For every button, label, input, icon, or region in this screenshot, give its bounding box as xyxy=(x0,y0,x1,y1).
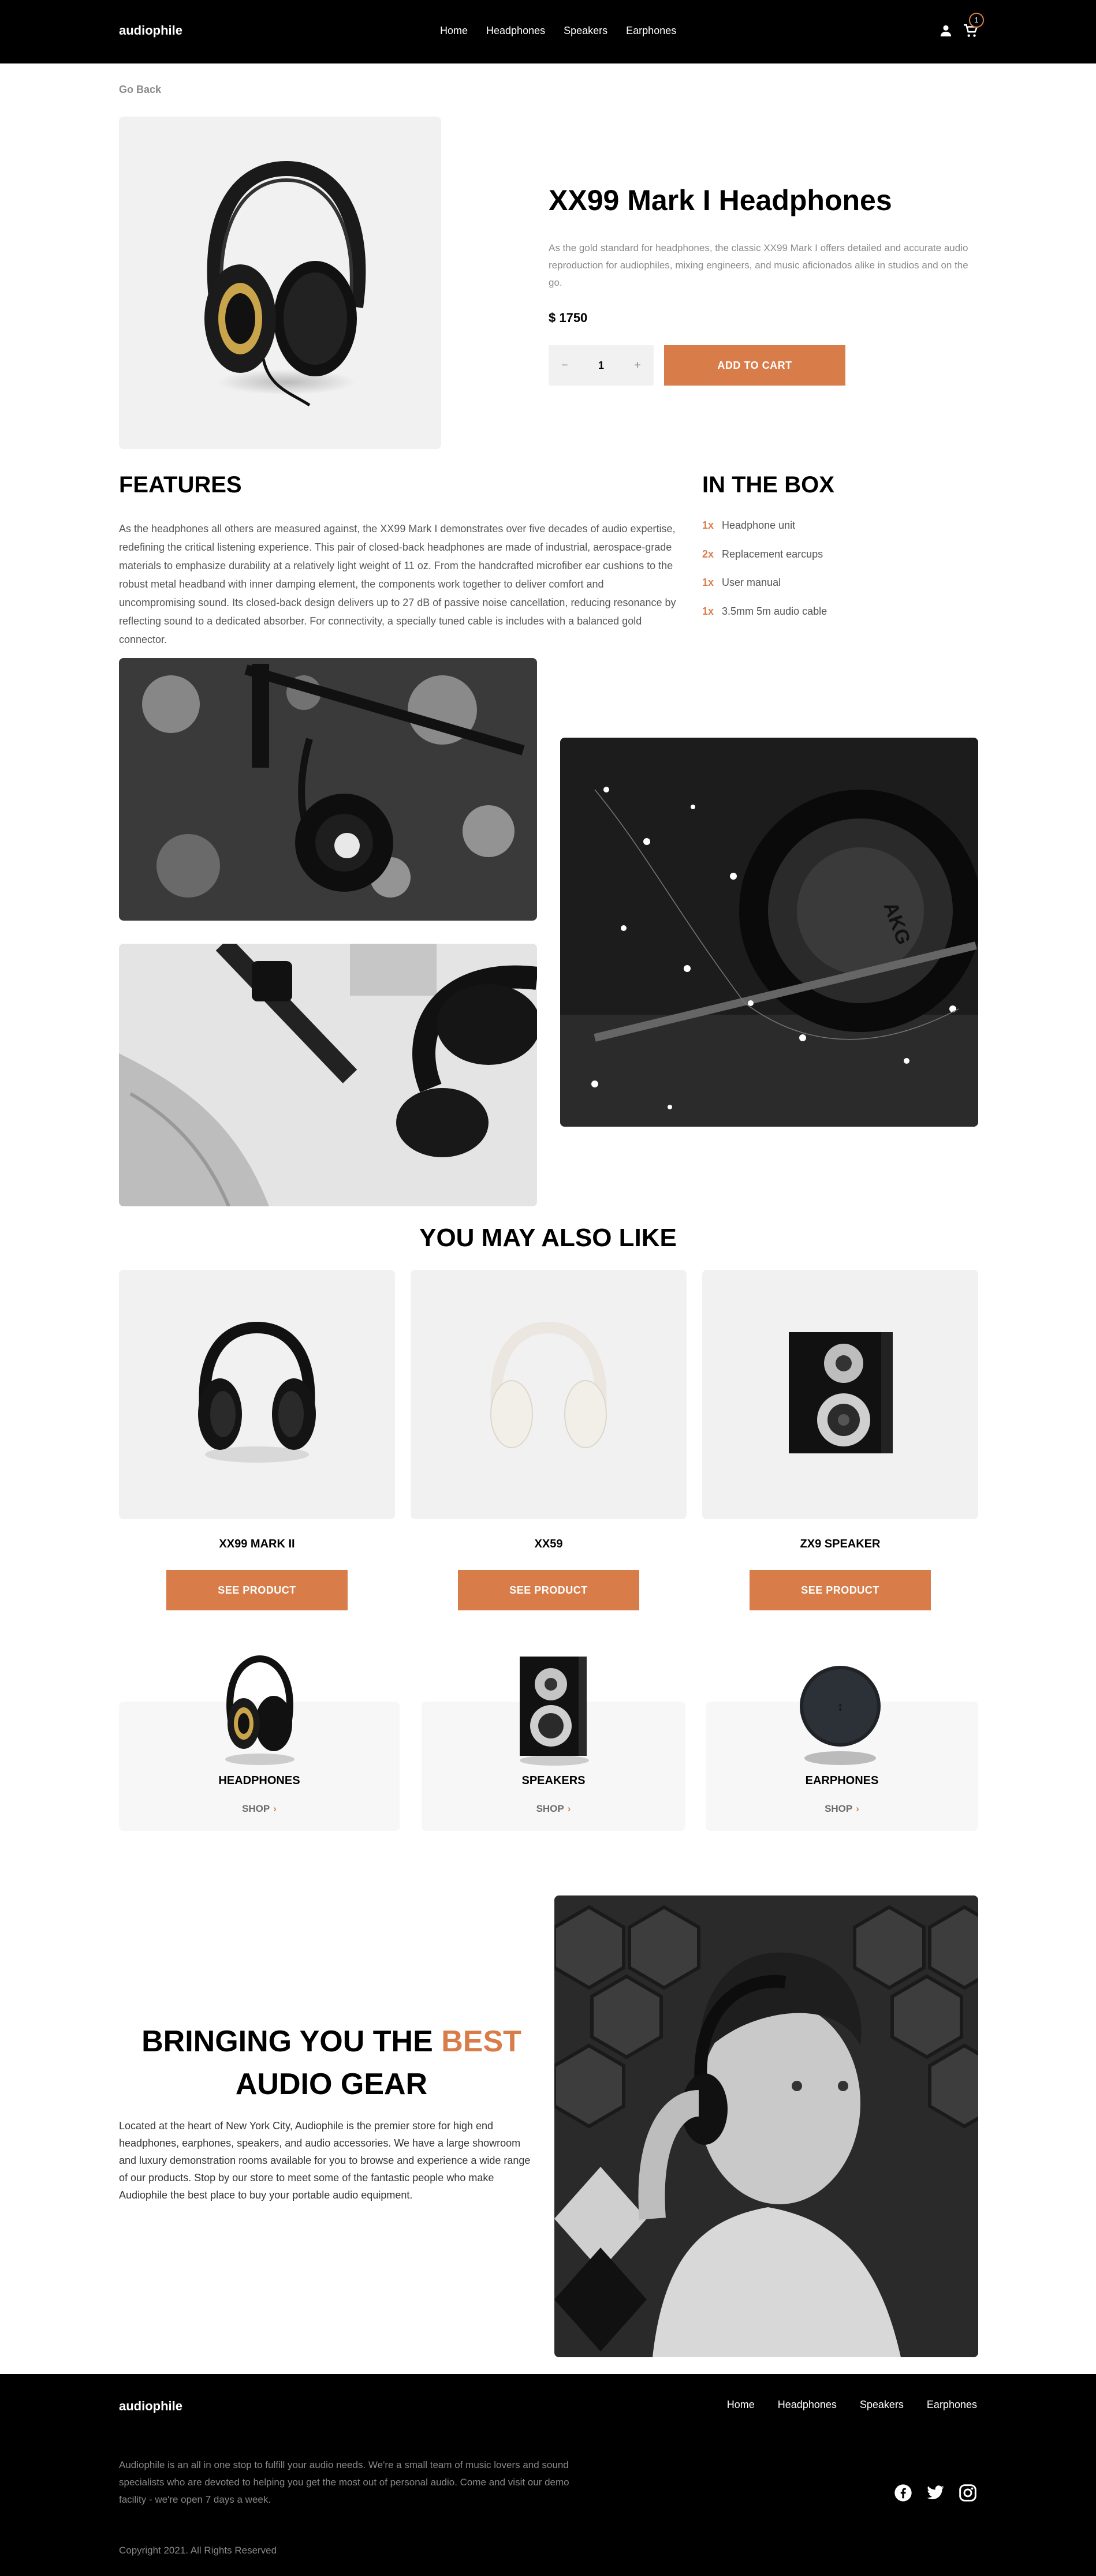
like-name: XX99 MARK II xyxy=(219,1538,295,1550)
like-name: ZX9 SPEAKER xyxy=(800,1538,881,1550)
features-heading: FEATURES xyxy=(119,472,242,498)
cart-count-badge: 1 xyxy=(969,13,984,28)
speaker-category-image xyxy=(520,1657,589,1766)
like-card-xx59 xyxy=(411,1270,687,1519)
shop-link-speakers[interactable]: SHOP › xyxy=(422,1803,685,1815)
product-price: $ 1750 xyxy=(549,311,588,325)
twitter-icon[interactable] xyxy=(926,2484,945,2502)
about-text: Located at the heart of New York City, A… xyxy=(119,2120,531,2201)
product-description: As the gold standard for headphones, the… xyxy=(549,242,968,288)
category-name: EARPHONES xyxy=(805,1774,879,1787)
product-image xyxy=(119,117,441,449)
chevron-right-icon: › xyxy=(567,1803,571,1814)
gallery-image-watch xyxy=(119,944,537,1206)
nav-headphones[interactable]: Headphones xyxy=(486,25,545,37)
svg-text:↕: ↕ xyxy=(837,1699,844,1714)
features-text: As the headphones all others are measure… xyxy=(119,523,676,645)
shop-link-headphones[interactable]: SHOP › xyxy=(119,1803,400,1815)
like-card-xx99-mark-ii xyxy=(119,1270,395,1519)
box-item-qty: 1x xyxy=(702,519,714,531)
see-product-button[interactable]: SEE PRODUCT xyxy=(750,1570,931,1610)
category-name: SPEAKERS xyxy=(521,1774,586,1787)
chevron-right-icon: › xyxy=(273,1803,277,1814)
copyright: Copyright 2021. All Rights Reserved xyxy=(119,2545,277,2556)
see-product-button[interactable]: SEE PRODUCT xyxy=(166,1570,348,1610)
earphones-category-image: ↕ xyxy=(800,1666,881,1765)
shop-link-earphones[interactable]: SHOP › xyxy=(706,1803,978,1815)
shop-link-label: SHOP xyxy=(536,1803,564,1814)
headphones-image xyxy=(204,160,366,407)
box-item-qty: 1x xyxy=(702,577,714,588)
footer-nav: Home Headphones Speakers Earphones xyxy=(727,2399,977,2411)
instagram-icon[interactable] xyxy=(959,2484,977,2502)
box-item-name: 3.5mm 5m audio cable xyxy=(722,605,827,617)
quantity-value[interactable]: 1 xyxy=(598,360,604,372)
decrement-button[interactable]: − xyxy=(561,359,568,372)
about-heading-part2: AUDIO GEAR xyxy=(235,2067,428,2101)
box-item: 1x Headphone unit xyxy=(702,519,827,548)
user-icon[interactable] xyxy=(940,24,952,37)
main-nav: Home Headphones Speakers Earphones xyxy=(440,25,676,37)
gallery-image-microphone xyxy=(119,658,537,921)
box-item: 1x 3.5mm 5m audio cable xyxy=(702,605,827,634)
box-item: 2x Replacement earcups xyxy=(702,548,827,577)
about-heading-part1: BRINGING YOU THE xyxy=(141,2025,442,2058)
shop-link-label: SHOP xyxy=(825,1803,853,1814)
box-item-name: Replacement earcups xyxy=(722,548,823,560)
about-heading: BRINGING YOU THE BEST AUDIO GEAR xyxy=(119,2020,544,2106)
footer-brand-logo[interactable]: audiophile xyxy=(119,2399,182,2414)
footer-nav-home[interactable]: Home xyxy=(727,2399,755,2411)
box-item-name: User manual xyxy=(722,577,781,588)
you-may-also-like-heading: YOU MAY ALSO LIKE xyxy=(419,1224,677,1252)
box-item: 1x User manual xyxy=(702,577,827,605)
shop-link-label: SHOP xyxy=(242,1803,270,1814)
footer-nav-earphones[interactable]: Earphones xyxy=(927,2399,977,2411)
box-item-qty: 2x xyxy=(702,548,714,560)
brand-logo[interactable]: audiophile xyxy=(119,23,182,38)
see-product-button[interactable]: SEE PRODUCT xyxy=(458,1570,639,1610)
headphones-category-image xyxy=(225,1655,294,1765)
increment-button[interactable]: + xyxy=(634,359,641,372)
in-the-box-list: 1x Headphone unit 2x Replacement earcups 1… xyxy=(702,519,827,634)
box-item-name: Headphone unit xyxy=(722,519,796,531)
category-name: HEADPHONES xyxy=(218,1774,300,1787)
product-title: XX99 Mark I Headphones xyxy=(549,184,892,216)
chevron-right-icon: › xyxy=(856,1803,859,1814)
like-card-zx9-speaker xyxy=(702,1270,978,1519)
footer-nav-speakers[interactable]: Speakers xyxy=(860,2399,904,2411)
add-to-cart-button[interactable]: ADD TO CART xyxy=(664,345,845,386)
social-links xyxy=(894,2484,977,2502)
like-name: XX59 xyxy=(534,1538,563,1550)
about-person-image xyxy=(554,1895,978,2357)
quantity-stepper: − 1 + xyxy=(549,345,654,386)
facebook-icon[interactable] xyxy=(894,2484,912,2502)
gallery-image-akg-headphones: AKG xyxy=(560,738,978,1127)
about-heading-highlight: BEST xyxy=(441,2025,521,2058)
site-footer: audiophile Home Headphones Speakers Earp… xyxy=(0,2374,1096,2576)
footer-description: Audiophile is an all in one stop to fulf… xyxy=(119,2459,569,2505)
box-item-qty: 1x xyxy=(702,605,714,617)
nav-speakers[interactable]: Speakers xyxy=(564,25,607,37)
in-the-box-heading: IN THE BOX xyxy=(702,472,834,498)
go-back-link[interactable]: Go Back xyxy=(119,84,161,96)
footer-nav-headphones[interactable]: Headphones xyxy=(778,2399,837,2411)
site-header: audiophile Home Headphones Speakers Earp… xyxy=(0,0,1096,63)
nav-home[interactable]: Home xyxy=(440,25,468,37)
nav-earphones[interactable]: Earphones xyxy=(626,25,676,37)
